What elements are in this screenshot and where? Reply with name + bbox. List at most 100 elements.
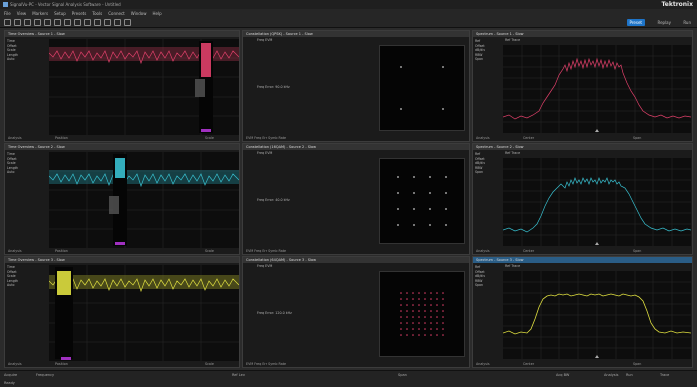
spectrum-plot[interactable] xyxy=(503,45,691,133)
panel-settings: Ref Offset dB/div RBW Span xyxy=(475,265,503,288)
brand-logo: Tektronix xyxy=(661,1,693,8)
window-title: SignalVu-PC - Vector Signal Analysis Sof… xyxy=(10,2,121,7)
setting-label: Span xyxy=(475,170,484,174)
constellation-point xyxy=(418,316,420,318)
span-label[interactable]: Span xyxy=(398,373,407,377)
constellation-point xyxy=(418,322,420,324)
preset-button[interactable]: Preset xyxy=(626,19,645,26)
spectrum-panel-3[interactable]: Spectrum - Source 3 - Slow Ref Trace Ref… xyxy=(472,256,693,368)
constellation-point xyxy=(397,192,399,194)
next-left-icon[interactable] xyxy=(94,18,101,26)
menu-help[interactable]: Help xyxy=(153,11,162,16)
footer-label: Analysis xyxy=(476,362,490,366)
spectrum-plot[interactable] xyxy=(503,158,691,246)
panel-title: Constellation (16QAM) - Source 2 - Slow xyxy=(243,144,469,150)
constellation-point xyxy=(424,322,426,324)
table-icon[interactable] xyxy=(114,18,121,26)
constellation-point xyxy=(445,176,447,178)
constellation-point xyxy=(430,316,432,318)
constellation-point xyxy=(445,192,447,194)
acq-bw-label[interactable]: Acq BW xyxy=(556,373,569,377)
replay-button[interactable]: Replay xyxy=(657,19,671,26)
menu-view[interactable]: View xyxy=(17,11,27,16)
menu-window[interactable]: Window xyxy=(131,11,147,16)
undo-icon[interactable] xyxy=(34,18,41,26)
constellation-plot[interactable] xyxy=(379,45,465,131)
menu-markers[interactable]: Markers xyxy=(32,11,48,16)
constellation-point xyxy=(418,310,420,312)
panel-footer: Analysis Center Span xyxy=(473,361,692,367)
constellation-point xyxy=(442,304,444,306)
spectrum-panel-1[interactable]: Spectrum - Source 1 - Slow Ref Trace Ref… xyxy=(472,30,693,142)
constellation-panel-3[interactable]: Constellation (64QAM) - Source 3 - Slow … xyxy=(242,256,470,368)
footer-label: Scale xyxy=(205,136,214,140)
constellation-point xyxy=(429,176,431,178)
constellation-panel-2[interactable]: Constellation (16QAM) - Source 2 - Slow … xyxy=(242,143,470,255)
ref-lev-label[interactable]: Ref Lev xyxy=(232,373,245,377)
time-overview-panel-2[interactable]: Time Overview - Source 2 - Slow Time Off… xyxy=(4,143,240,255)
spectrum-plot[interactable] xyxy=(503,271,691,359)
menu-connect[interactable]: Connect xyxy=(108,11,125,16)
constellation-point xyxy=(436,322,438,324)
constellation-plot[interactable] xyxy=(379,158,465,244)
time-overview-panel-1[interactable]: Time Overview - Source 1 - Slow Time Off… xyxy=(4,30,240,142)
constellation-point xyxy=(406,328,408,330)
run-button[interactable]: Run xyxy=(683,19,691,26)
time-plot[interactable] xyxy=(49,265,239,361)
menu-setup[interactable]: Setup xyxy=(54,11,66,16)
time-overview-panel-3[interactable]: Time Overview - Source 3 - Slow Time Off… xyxy=(4,256,240,368)
constellation-point xyxy=(436,298,438,300)
spectrum-panel-2[interactable]: Spectrum - Source 2 - Slow Ref Trace Ref… xyxy=(472,143,693,255)
settings-icon[interactable] xyxy=(64,18,71,26)
time-plot[interactable] xyxy=(49,152,239,248)
panel-settings: Time Offset Scale Length Auto xyxy=(7,265,35,288)
footer-label: Span xyxy=(633,362,642,366)
panel-settings: Ref Offset dB/div RBW Span xyxy=(475,39,503,62)
peak-icon[interactable] xyxy=(84,18,91,26)
constellation-point xyxy=(436,304,438,306)
redo-icon[interactable] xyxy=(44,18,51,26)
open-icon[interactable] xyxy=(14,18,21,26)
constellation-point xyxy=(430,292,432,294)
displays-icon[interactable] xyxy=(54,18,61,26)
constellation-point xyxy=(397,208,399,210)
analysis-burst xyxy=(201,43,211,77)
next-right-icon[interactable] xyxy=(104,18,111,26)
constellation-point xyxy=(406,304,408,306)
panel-readout: Freq EVM xyxy=(257,38,273,42)
cursor-block xyxy=(109,196,119,214)
constellation-plot[interactable] xyxy=(379,271,465,357)
constellation-point xyxy=(413,192,415,194)
freq-error-readout: Freq Error: 90.0 kHz xyxy=(257,85,290,89)
analysis-burst xyxy=(115,158,125,178)
panel-footer: Analysis Center Span xyxy=(473,135,692,141)
menu-file[interactable]: File xyxy=(4,11,11,16)
constellation-point xyxy=(412,316,414,318)
save-icon[interactable] xyxy=(24,18,31,26)
panel-footer: EVM Freq Err Symb Rate xyxy=(246,136,287,140)
constellation-panel-1[interactable]: Constellation (QPSK) - Source 1 - Slow F… xyxy=(242,30,470,142)
analysis-status[interactable]: Analysis xyxy=(604,373,618,377)
constellation-point xyxy=(442,310,444,312)
trace-status[interactable]: Trace xyxy=(660,373,669,377)
menu-tools[interactable]: Tools xyxy=(92,11,102,16)
footer-label: Center xyxy=(523,249,535,253)
time-plot[interactable] xyxy=(49,39,239,135)
marker-triangle xyxy=(595,129,599,132)
constellation-point xyxy=(400,328,402,330)
constellation-point xyxy=(436,334,438,336)
footer-label: Span xyxy=(633,136,642,140)
delta-icon[interactable] xyxy=(124,18,131,26)
markers-icon[interactable] xyxy=(74,18,81,26)
panel-footer: Analysis Position Scale xyxy=(5,361,239,367)
menu-presets[interactable]: Presets xyxy=(72,11,87,16)
frequency-label[interactable]: Frequency xyxy=(36,373,54,377)
panel-title: Constellation (64QAM) - Source 3 - Slow xyxy=(243,257,469,263)
run-status[interactable]: Run xyxy=(626,373,633,377)
acquire-label: Acquire xyxy=(4,373,18,377)
new-icon[interactable] xyxy=(4,18,11,26)
constellation-point xyxy=(436,316,438,318)
panel-readout: Ref Trace xyxy=(505,264,521,268)
cursor-block xyxy=(195,79,205,97)
panel-footer: Analysis Position Scale xyxy=(5,248,239,254)
